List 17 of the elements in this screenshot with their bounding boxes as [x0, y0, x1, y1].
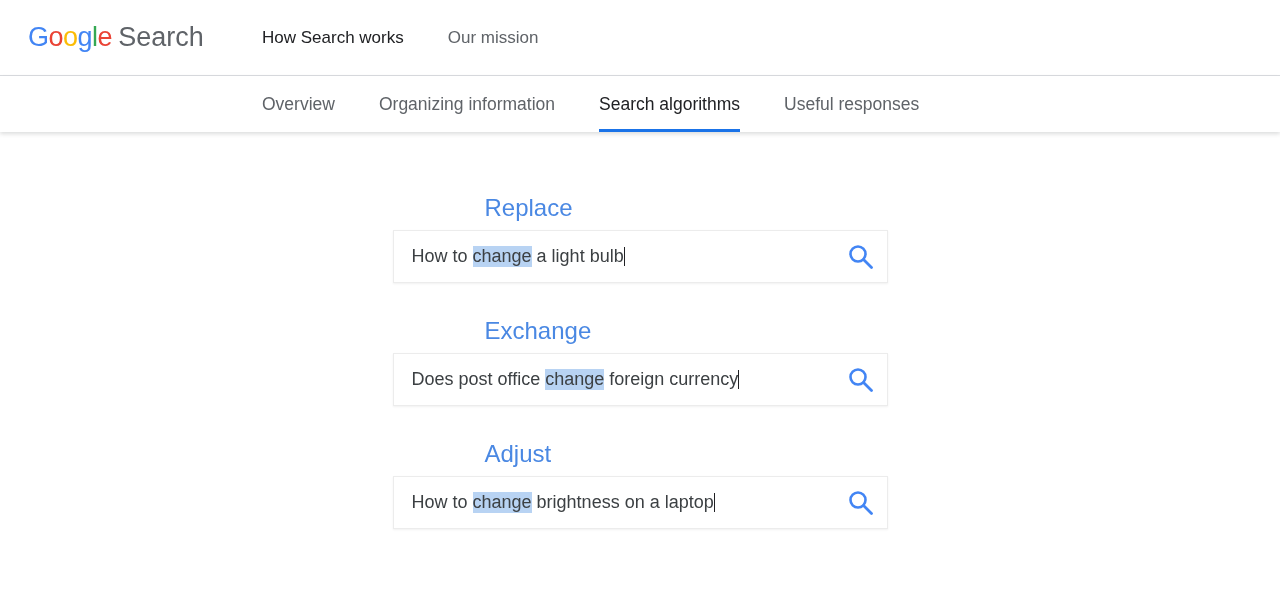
section-tab[interactable]: Useful responses — [784, 76, 920, 132]
example-heading: Replace — [484, 193, 573, 223]
search-field[interactable]: How to change brightness on a laptop — [392, 476, 888, 529]
example-heading: Adjust — [484, 439, 552, 469]
search-icon[interactable] — [847, 367, 873, 392]
section-tab[interactable]: Overview — [262, 76, 335, 132]
search-icon[interactable] — [847, 490, 873, 515]
search-field[interactable]: Does post office change foreign currency — [392, 353, 888, 406]
section-tab[interactable]: Search algorithms — [599, 76, 741, 132]
example-heading: Exchange — [484, 316, 592, 346]
section-tab[interactable]: Organizing information — [378, 76, 555, 132]
search-field[interactable]: How to change a light bulb — [392, 230, 888, 283]
search-icon[interactable] — [847, 244, 873, 269]
logo-product-name: Search — [118, 22, 204, 53]
nav-link[interactable]: How Search works — [262, 27, 404, 48]
nav-link[interactable]: Our mission — [447, 27, 539, 48]
logo-wordmark[interactable]: Google — [28, 22, 113, 53]
